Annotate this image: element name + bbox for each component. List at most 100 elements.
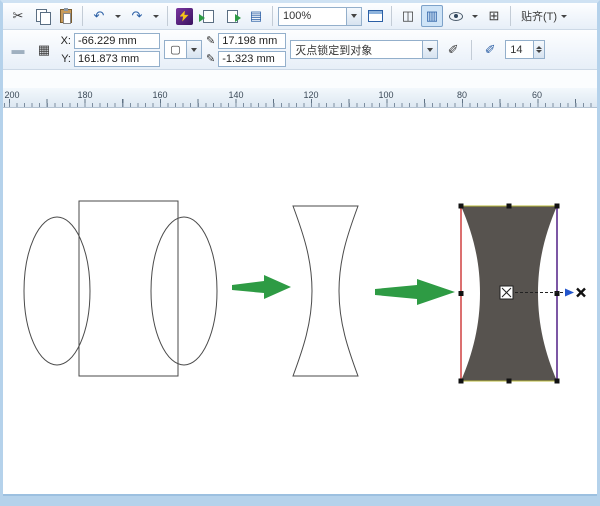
zoom-level-combo[interactable]: 100% bbox=[278, 6, 362, 26]
vanishing-point-handle[interactable] bbox=[576, 287, 586, 298]
left-ellipse-shape[interactable] bbox=[23, 216, 91, 366]
pen-angle-icon: ✐ bbox=[447, 41, 459, 57]
ruler-label: 100 bbox=[378, 90, 394, 100]
undo-dropdown-button[interactable] bbox=[112, 5, 124, 27]
vanishing-point-mode-combo[interactable]: 灭点锁定到对象 bbox=[290, 40, 439, 59]
y-label: Y: bbox=[61, 52, 71, 65]
ruler-label: 120 bbox=[303, 90, 319, 100]
paper-icon: ▢ bbox=[170, 44, 181, 56]
snap-to-button[interactable]: 贴齐(T) bbox=[516, 5, 572, 27]
vanishing-point-dropdown-button[interactable] bbox=[422, 41, 438, 58]
ruler-label: 160 bbox=[152, 90, 168, 100]
separator bbox=[82, 6, 83, 26]
separator bbox=[167, 6, 168, 26]
import-icon bbox=[198, 9, 214, 23]
export-button[interactable] bbox=[221, 5, 243, 27]
green-arrow-1[interactable] bbox=[232, 275, 291, 299]
extrude-depth-value: 14 bbox=[510, 43, 523, 56]
snap-to-label: 贴齐(T) bbox=[520, 11, 558, 23]
property-bar: ▬ ▦ X: -66.229 mm Y: 161.873 mm ▢ ✎ 17.1… bbox=[3, 30, 597, 70]
visibility-button[interactable] bbox=[445, 5, 467, 27]
view-columns-button[interactable]: ▥ bbox=[421, 5, 443, 27]
horizontal-ruler[interactable]: 200 180 160 140 120 100 80 60 bbox=[3, 88, 597, 108]
cut-button[interactable]: ✂ bbox=[7, 5, 29, 27]
shear-v-field[interactable]: -1.323 mm bbox=[218, 50, 287, 67]
document-header-gap bbox=[3, 70, 597, 88]
position-grid-icon: ▦ bbox=[37, 41, 51, 57]
redo-dropdown-button[interactable] bbox=[150, 5, 162, 27]
paste-button[interactable] bbox=[55, 5, 77, 27]
depth-spinner[interactable] bbox=[533, 41, 545, 58]
extrude-depth-field[interactable]: 14 bbox=[505, 40, 546, 59]
chevron-down-icon bbox=[472, 14, 478, 18]
fullscreen-preview-button[interactable] bbox=[364, 5, 386, 27]
shear-h-field[interactable]: 17.198 mm bbox=[218, 32, 287, 49]
vanishing-point-mode-value: 灭点锁定到对象 bbox=[295, 44, 373, 57]
vanishing-point-arrow-icon bbox=[565, 288, 574, 297]
x-position-field[interactable]: -66.229 mm bbox=[74, 32, 160, 49]
ruler-label: 180 bbox=[77, 90, 93, 100]
object-size-fields: ✎ 17.198 mm ✎ -1.323 mm bbox=[206, 32, 287, 67]
handle-bottom-right[interactable] bbox=[554, 378, 560, 384]
paper-selector-combo[interactable]: ▢ bbox=[164, 40, 202, 59]
copy-icon bbox=[35, 9, 51, 25]
separator bbox=[272, 6, 273, 26]
grid-toggle-button[interactable]: ⊞ bbox=[483, 5, 505, 27]
green-arrow-2[interactable] bbox=[375, 279, 455, 305]
visibility-dropdown-button[interactable] bbox=[469, 5, 481, 27]
drawing-canvas[interactable] bbox=[3, 109, 597, 496]
ruler-label: 60 bbox=[531, 90, 543, 100]
launcher-icon bbox=[175, 7, 193, 25]
chevron-down-icon bbox=[115, 14, 121, 18]
pen-angle-button[interactable]: ✐ bbox=[442, 39, 464, 61]
ruler-label: 80 bbox=[456, 90, 468, 100]
undo-button[interactable]: ↶ bbox=[88, 5, 110, 27]
application-launcher-button[interactable]: ▤ bbox=[245, 5, 267, 27]
ruler-label: 140 bbox=[228, 90, 244, 100]
redo-button[interactable]: ↷ bbox=[126, 5, 148, 27]
import-button[interactable] bbox=[197, 5, 219, 27]
shear-v-icon: ✎ bbox=[206, 53, 216, 65]
object-position-button[interactable]: ▦ bbox=[33, 39, 55, 61]
undo-icon: ↶ bbox=[93, 8, 105, 23]
app-window: ✂ ↶ ↷ ▤ 100% ◫ ▥ ⊞ 贴齐(T) ▬ ▦ X: -66.229 … bbox=[0, 0, 600, 506]
separator bbox=[471, 39, 473, 60]
x-position-value: -66.229 mm bbox=[78, 34, 137, 47]
object-position-fields: X: -66.229 mm Y: 161.873 mm bbox=[59, 32, 160, 67]
handle-mid-left[interactable] bbox=[458, 291, 464, 296]
rectangle-shape[interactable] bbox=[78, 200, 179, 377]
right-ellipse-shape[interactable] bbox=[150, 216, 218, 366]
view-normal-icon: ◫ bbox=[401, 8, 415, 23]
fullscreen-icon bbox=[367, 10, 383, 22]
shear-h-value: 17.198 mm bbox=[222, 34, 278, 47]
handle-bottom-left[interactable] bbox=[458, 378, 464, 384]
handle-top-right[interactable] bbox=[554, 203, 560, 209]
concave-lens-shape[interactable] bbox=[292, 205, 359, 377]
chevron-down-icon bbox=[427, 47, 434, 52]
handle-mid-right[interactable] bbox=[554, 291, 560, 296]
spinner-down-icon bbox=[536, 50, 543, 53]
handle-top-center[interactable] bbox=[506, 203, 512, 209]
handle-bottom-center[interactable] bbox=[506, 378, 512, 384]
redo-icon: ↷ bbox=[131, 8, 143, 23]
handle-top-left[interactable] bbox=[458, 203, 464, 209]
view-columns-icon: ▥ bbox=[425, 8, 439, 23]
copy-button[interactable] bbox=[31, 5, 53, 27]
chevron-down-icon bbox=[191, 47, 197, 52]
depth-tool-button[interactable]: ✐ bbox=[479, 39, 501, 61]
app-grid-icon: ▤ bbox=[249, 8, 263, 23]
cut-icon: ✂ bbox=[12, 8, 24, 23]
zoom-level-value: 100% bbox=[283, 10, 312, 22]
spinner-up-icon bbox=[536, 46, 543, 49]
canvas-svg bbox=[23, 200, 586, 384]
view-normal-button[interactable]: ◫ bbox=[397, 5, 419, 27]
zoom-dropdown-button[interactable] bbox=[346, 7, 361, 25]
y-position-value: 161.873 mm bbox=[78, 52, 140, 65]
shear-v-value: -1.323 mm bbox=[222, 52, 275, 65]
y-position-field[interactable]: 161.873 mm bbox=[74, 50, 160, 67]
launcher-button[interactable] bbox=[173, 5, 195, 27]
chevron-down-icon bbox=[153, 14, 159, 18]
separator bbox=[391, 6, 392, 26]
window-bottom-border bbox=[3, 494, 597, 496]
paper-dropdown-button[interactable] bbox=[186, 41, 201, 58]
